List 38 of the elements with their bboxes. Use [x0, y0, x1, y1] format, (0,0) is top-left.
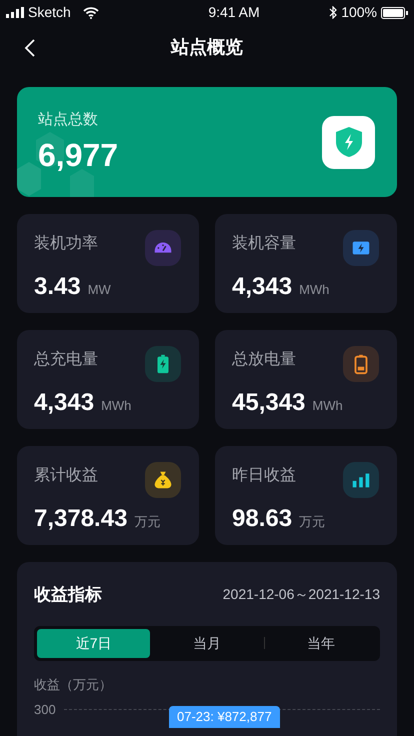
shield-bolt-icon	[336, 127, 362, 157]
stat-label: 昨日收益	[232, 466, 296, 486]
chart-tooltip: 07-23: ¥872,877	[169, 706, 280, 728]
stat-label: 总充电量	[34, 350, 98, 370]
period-tab[interactable]: 近7日	[37, 628, 150, 658]
status-time: 9:41 AM	[208, 3, 260, 22]
stat-unit: MWh	[312, 396, 343, 414]
stat-unit: MW	[88, 280, 111, 298]
stat-label: 累计收益	[34, 466, 98, 486]
stat-value: 4,343	[232, 274, 292, 298]
stat-value: 98.63	[232, 506, 292, 530]
signal-icon	[6, 7, 24, 18]
battery-icon	[381, 6, 408, 18]
stat-value: 7,378.43	[34, 506, 128, 530]
stat-unit: MWh	[101, 396, 132, 414]
carrier-name: Sketch	[28, 3, 71, 22]
stat-label: 总放电量	[232, 350, 296, 370]
wifi-icon	[82, 6, 99, 18]
stat-value: 3.43	[34, 274, 81, 298]
battery-percent: 100%	[341, 3, 377, 22]
summary-label: 站点总数	[38, 110, 99, 130]
period-tab[interactable]: 当月	[150, 628, 264, 658]
back-icon	[24, 39, 36, 57]
stat-label: 装机容量	[232, 234, 296, 254]
axis-title: 收益（万元）	[34, 676, 113, 694]
axis-tick: 300	[34, 701, 56, 719]
stat-unit: 万元	[134, 512, 160, 530]
stat-label: 装机功率	[34, 234, 98, 254]
date-range: 2021-12-06～2021-12-13	[222, 585, 380, 604]
stat-unit: MWh	[299, 280, 330, 298]
stat-value: 4,343	[34, 390, 94, 414]
period-tab[interactable]: 当年	[264, 628, 377, 658]
stat-value: 45,343	[232, 390, 306, 414]
bluetooth-icon	[329, 6, 338, 19]
stat-unit: 万元	[299, 512, 326, 530]
page-title: 站点概览	[171, 36, 243, 59]
income-title: 收益指标	[34, 584, 102, 606]
summary-value: 6,977	[38, 136, 118, 176]
